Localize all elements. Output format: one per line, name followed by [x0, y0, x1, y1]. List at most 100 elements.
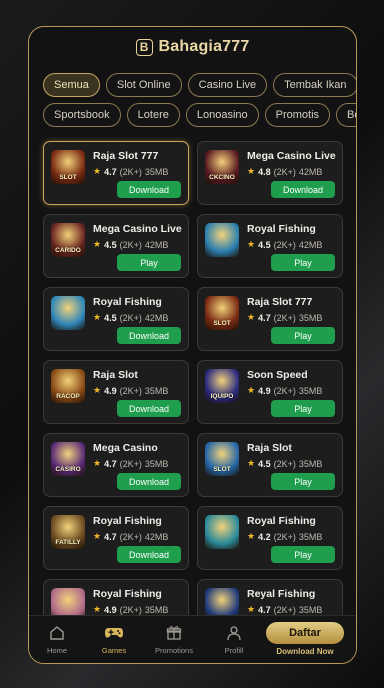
tab-home[interactable]: Home [29, 624, 85, 660]
game-title: Royal Fishing [247, 515, 316, 527]
brand-name: Bahagia777 [158, 38, 250, 55]
star-icon: ★ [247, 312, 256, 322]
game-title: Royal Fishing [93, 296, 162, 308]
thumb-label: IQUIPO [210, 393, 234, 400]
casino-dealer-icon: CKCINO [205, 150, 239, 184]
game-card[interactable]: Royal Fishing ★ 4.5 (2K+) 42MB Play [197, 214, 343, 278]
game-review-count: (2K+) [273, 312, 296, 323]
star-icon: ★ [93, 531, 102, 541]
thumb-label: SLOT [59, 174, 77, 181]
star-icon: ★ [93, 312, 102, 322]
star-icon: ★ [93, 239, 102, 249]
game-review-count: (2K+) [119, 531, 142, 542]
play-button[interactable]: Play [271, 400, 335, 417]
game-size: 35MB [298, 458, 323, 469]
gift-icon [164, 624, 184, 642]
panda-icon: IQUIPO [205, 369, 239, 403]
user-icon [224, 624, 244, 642]
thumb-label: CKCINO [209, 174, 235, 181]
game-card[interactable]: Royal Fishing ★ 4.5 (2K+) 42MB Download [43, 287, 189, 351]
filter-chip[interactable]: Boi [336, 103, 356, 127]
filter-chip[interactable]: Lonoasino [185, 103, 259, 127]
game-size: 35MB [144, 604, 169, 615]
star-icon: ★ [93, 604, 102, 614]
download-button[interactable]: Download [117, 181, 181, 198]
filter-chip[interactable]: Casino Live [187, 73, 268, 97]
fishing-icon [205, 223, 239, 257]
game-card[interactable]: CKCINO Mega Casino Live ★ 4.8 (2K+) 42MB Downl… [197, 141, 343, 205]
home-icon [47, 624, 67, 642]
game-rating: 4.5 [258, 458, 271, 469]
game-card[interactable]: Royal Fishing ★ 4.2 (2K+) 35MB Play [197, 506, 343, 570]
game-size: 35MB [144, 166, 169, 177]
game-meta: ★ 4.7 (2K+) 42MB [93, 531, 168, 542]
play-button[interactable]: Play [271, 327, 335, 344]
gamepad-icon [104, 624, 124, 642]
game-title: Royal Fishing [93, 588, 162, 600]
filter-chip[interactable]: Sportsbook [43, 103, 121, 127]
game-title: Raja Slot 777 [247, 296, 313, 308]
filter-chip[interactable]: Lotere [126, 103, 180, 127]
play-button[interactable]: Play [117, 254, 181, 271]
slot-dragon-icon: SLOT [205, 442, 239, 476]
filter-chip[interactable]: Tembak Ikan [273, 73, 356, 97]
game-meta: ★ 4.5 (2K+) 35MB [247, 458, 322, 469]
game-title: Raja Slot [93, 369, 138, 381]
download-button[interactable]: Download [117, 327, 181, 344]
game-rating: 4.7 [104, 531, 117, 542]
filter-chip[interactable]: Semua [43, 73, 100, 97]
thumb-label: CARIDO [55, 247, 81, 254]
tab-profile[interactable]: Profill [206, 624, 262, 660]
game-review-count: (2K+) [273, 385, 296, 396]
game-meta: ★ 4.5 (2K+) 42MB [93, 312, 168, 323]
filter-chip[interactable]: Slot Online [105, 73, 182, 97]
play-button[interactable]: Play [271, 546, 335, 563]
tab-games[interactable]: Games [86, 624, 142, 660]
game-card[interactable]: FATILLY Royal Fishing ★ 4.7 (2K+) 42MB Downloa… [43, 506, 189, 570]
app-frame: B Bahagia777 Semua Slot Online Casino Live… [28, 26, 357, 664]
game-rating: 4.7 [258, 312, 271, 323]
slot-777-icon: SLOT [51, 150, 85, 184]
game-size: 42MB [144, 312, 169, 323]
game-title: Mega Casino Live [247, 150, 336, 162]
game-card[interactable]: SLOT Raja Slot 777 ★ 4.7 (2K+) 35MB Download [43, 141, 189, 205]
download-button[interactable]: Download [117, 473, 181, 490]
game-card[interactable]: SLOT Raja Slot ★ 4.5 (2K+) 35MB Play [197, 433, 343, 497]
game-meta: ★ 4.9 (2K+) 35MB [93, 385, 168, 396]
game-meta: ★ 4.2 (2K+) 35MB [247, 531, 322, 542]
game-review-count: (2K+) [273, 239, 296, 250]
tab-promotions[interactable]: Promotions [146, 624, 202, 660]
play-button[interactable]: Play [271, 254, 335, 271]
game-meta: ★ 4.7 (2K+) 35MB [93, 458, 168, 469]
game-meta: ★ 4.5 (2K+) 42MB [93, 239, 168, 250]
app-header: B Bahagia777 [29, 27, 356, 67]
game-card[interactable]: SLOT Raja Slot 777 ★ 4.7 (2K+) 35MB Play [197, 287, 343, 351]
fishing-icon [51, 296, 85, 330]
game-card[interactable]: CARIDO Mega Casino Live ★ 4.5 (2K+) 42MB Play [43, 214, 189, 278]
game-card[interactable]: RACOP Raja Slot ★ 4.9 (2K+) 35MB Download [43, 360, 189, 424]
casino-dealer-icon: CARIDO [51, 223, 85, 257]
register-button[interactable]: Daftar [266, 622, 344, 644]
play-button[interactable]: Play [271, 473, 335, 490]
thumb-label: FATILLY [55, 539, 81, 546]
game-size: 35MB [298, 312, 323, 323]
game-title: Royal Fishing [93, 515, 162, 527]
game-card[interactable]: IQUIPO Soon Speed ★ 4.9 (2K+) 35MB Play [197, 360, 343, 424]
download-button[interactable]: Download [117, 546, 181, 563]
game-rating: 4.9 [258, 385, 271, 396]
game-review-count: (2K+) [119, 604, 142, 615]
game-card[interactable]: CASIRO Mega Casino ★ 4.7 (2K+) 35MB Download [43, 433, 189, 497]
tab-label-home: Home [46, 646, 67, 655]
star-icon: ★ [247, 385, 256, 395]
game-review-count: (2K+) [273, 458, 296, 469]
download-button[interactable]: Download [117, 400, 181, 417]
download-now-link[interactable]: Download Now [266, 647, 344, 656]
game-rating: 4.8 [258, 166, 271, 177]
brand-logo-icon: B [135, 38, 153, 56]
star-icon: ★ [93, 385, 102, 395]
filter-chip[interactable]: Promotis [264, 103, 331, 127]
game-meta: ★ 4.5 (2K+) 42MB [247, 239, 322, 250]
game-rating: 4.5 [258, 239, 271, 250]
game-title: Mega Casino [93, 442, 158, 454]
download-button[interactable]: Download [271, 181, 335, 198]
